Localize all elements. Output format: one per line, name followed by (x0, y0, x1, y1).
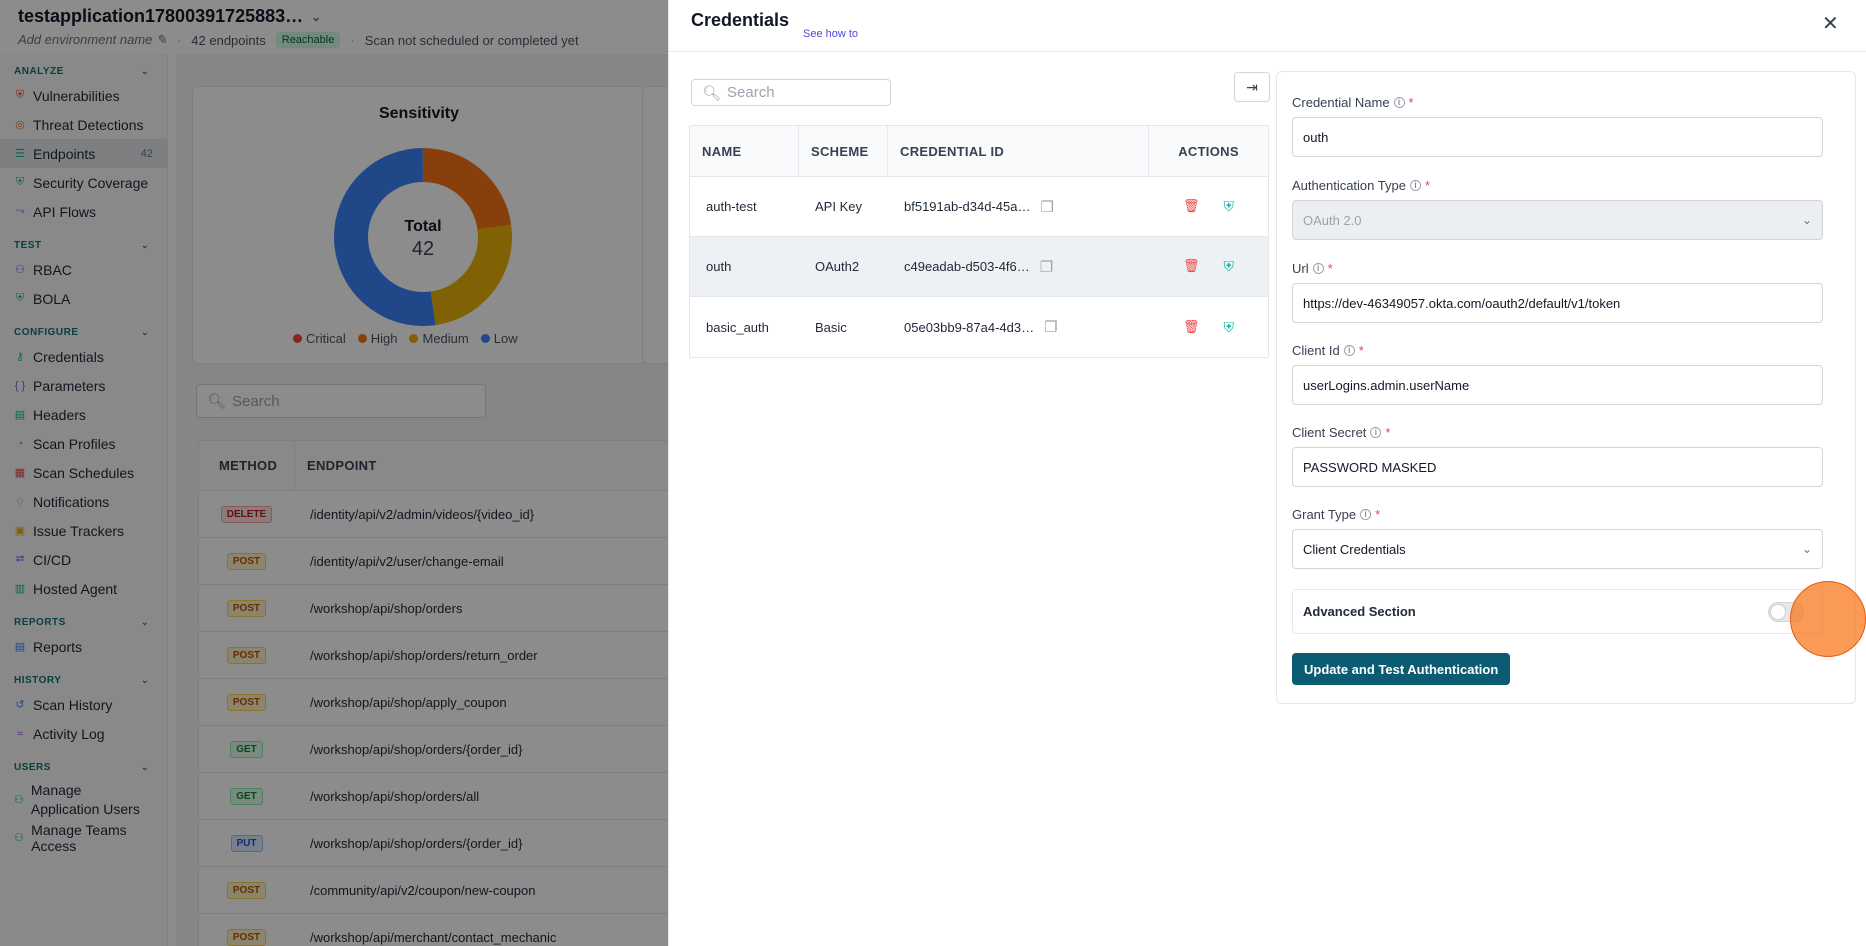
client-secret-label-text: Client Secret (1292, 425, 1367, 440)
credential-name-label-text: Credential Name (1292, 95, 1390, 110)
credential-name-label: Credential Name i * (1292, 95, 1823, 110)
required-asterisk: * (1358, 343, 1364, 358)
column-header-name: NAME (690, 126, 799, 176)
credential-name-input[interactable]: outh (1292, 117, 1823, 157)
auth-type-select-value: OAuth 2.0 (1303, 212, 1362, 228)
credential-name: auth-test (706, 199, 757, 214)
url-input-value: https://dev-46349057.okta.com/oauth2/def… (1303, 295, 1621, 311)
credential-id-cell: 05e03bb9-87a4-4d3… ❐ (888, 318, 1149, 336)
column-header-credential-id: CREDENTIAL ID (888, 126, 1149, 176)
auth-type-field: Authentication Type i * OAuth 2.0 ⌄ (1292, 178, 1823, 240)
credentials-table: NAME SCHEME CREDENTIAL ID ACTIONS auth-t… (689, 125, 1269, 358)
modal-backdrop[interactable] (0, 0, 668, 946)
info-icon[interactable]: i (1312, 263, 1324, 274)
update-and-test-button[interactable]: Update and Test Authentication (1292, 653, 1511, 685)
required-asterisk: * (1385, 425, 1391, 440)
arrow-to-right-icon: ⇥ (1246, 78, 1258, 95)
required-asterisk: * (1424, 178, 1431, 193)
copy-icon[interactable]: ❐ (1041, 198, 1054, 216)
drawer-title: Credentials (691, 10, 790, 30)
credential-scheme: API Key (815, 199, 862, 214)
client-secret-input-value: PASSWORD MASKED (1303, 459, 1437, 475)
credential-actions: 🗑︎ ⛨ (1149, 258, 1268, 275)
client-id-label-text: Client Id (1292, 343, 1340, 358)
credential-scheme: Basic (815, 319, 847, 335)
drawer-header: Credentials See how to ✕ (669, 0, 1866, 52)
required-asterisk: * (1327, 261, 1333, 276)
url-field: Url i * https://dev-46349057.okta.com/oau… (1292, 261, 1823, 323)
app-root: testapplication17800391725883… ⌄ Add env… (0, 0, 1866, 946)
see-how-link[interactable]: See how to (803, 28, 858, 40)
advanced-section-row: Advanced Section (1292, 589, 1823, 634)
auth-type-label: Authentication Type i * (1292, 178, 1823, 193)
credential-id-cell: bf5191ab-d34d-45a… ❐ (888, 198, 1149, 216)
credential-name-field: Credential Name i * outh (1292, 95, 1823, 157)
chevron-down-icon: ⌄ (1801, 213, 1812, 227)
credential-id: c49eadab-d503-4f6… (904, 259, 1030, 274)
shield-check-icon[interactable]: ⛨ (1224, 258, 1235, 275)
trash-icon[interactable]: 🗑︎ (1183, 319, 1200, 336)
client-id-field: Client Id i * userLogins.admin.userName (1292, 343, 1823, 405)
credential-id: 05e03bb9-87a4-4d3… (904, 319, 1035, 335)
info-icon[interactable]: i (1393, 97, 1405, 108)
client-id-input[interactable]: userLogins.admin.userName (1292, 365, 1823, 405)
auth-type-select: OAuth 2.0 ⌄ (1292, 200, 1823, 240)
credentials-search-placeholder: Search (727, 84, 775, 101)
grant-type-select[interactable]: Client Credentials ⌄ (1292, 529, 1823, 569)
click-indicator (1790, 581, 1866, 657)
client-secret-input[interactable]: PASSWORD MASKED (1292, 447, 1823, 487)
collapse-panel-button[interactable]: ⇥ (1234, 72, 1270, 102)
info-icon[interactable]: i (1343, 345, 1355, 356)
url-input[interactable]: https://dev-46349057.okta.com/oauth2/def… (1292, 283, 1823, 323)
url-label: Url i * (1292, 261, 1823, 276)
info-icon[interactable]: i (1370, 427, 1382, 438)
toggle-knob (1771, 604, 1785, 619)
info-icon[interactable]: i (1409, 180, 1421, 191)
grant-type-label: Grant Type i * (1292, 507, 1823, 522)
search-icon: 🔍︎ (702, 84, 722, 102)
required-asterisk: * (1408, 95, 1414, 110)
column-header-scheme: SCHEME (799, 126, 888, 176)
credentials-drawer: Credentials See how to ✕ 🔍︎ Search ⇥ NAM… (668, 0, 1866, 946)
credentials-search-input[interactable]: 🔍︎ Search (691, 79, 891, 106)
credentials-table-header: NAME SCHEME CREDENTIAL ID ACTIONS (690, 126, 1268, 177)
credential-row[interactable]: auth-test API Key bf5191ab-d34d-45a… ❐ 🗑︎ ⛨ (690, 177, 1268, 237)
trash-icon[interactable]: 🗑︎ (1183, 198, 1200, 215)
client-id-label: Client Id i * (1292, 343, 1823, 358)
grant-type-field: Grant Type i * Client Credentials ⌄ (1292, 507, 1823, 569)
grant-type-select-value: Client Credentials (1303, 541, 1406, 557)
chevron-down-icon: ⌄ (1801, 542, 1812, 556)
credential-name: outh (706, 259, 732, 274)
trash-icon[interactable]: 🗑︎ (1183, 258, 1200, 275)
shield-check-icon[interactable]: ⛨ (1224, 198, 1235, 215)
copy-icon[interactable]: ❐ (1044, 318, 1057, 336)
credential-name-input-value: outh (1303, 129, 1329, 145)
auth-type-label-text: Authentication Type (1292, 178, 1406, 193)
credential-row[interactable]: outh OAuth2 c49eadab-d503-4f6… ❐ 🗑︎ ⛨ (690, 237, 1268, 297)
grant-type-label-text: Grant Type (1292, 507, 1357, 522)
required-asterisk: * (1375, 507, 1381, 522)
info-icon[interactable]: i (1360, 509, 1372, 520)
credential-actions: 🗑︎ ⛨ (1149, 198, 1268, 215)
credential-scheme: OAuth2 (815, 259, 860, 274)
client-secret-field: Client Secret i * PASSWORD MASKED (1292, 425, 1823, 487)
credential-id-cell: c49eadab-d503-4f6… ❐ (888, 258, 1149, 276)
column-header-actions: ACTIONS (1178, 143, 1239, 159)
credential-row[interactable]: basic_auth Basic 05e03bb9-87a4-4d3… ❐ 🗑︎ ⛨ (690, 297, 1268, 357)
client-id-input-value: userLogins.admin.userName (1303, 377, 1470, 393)
copy-icon[interactable]: ❐ (1040, 258, 1053, 276)
credential-name: basic_auth (706, 319, 769, 335)
credential-id: bf5191ab-d34d-45a… (904, 199, 1031, 214)
close-icon[interactable]: ✕ (1822, 14, 1839, 34)
credential-actions: 🗑︎ ⛨ (1149, 319, 1268, 336)
url-label-text: Url (1292, 261, 1309, 276)
credential-form: Credential Name i * outh Authentication T… (1276, 71, 1856, 704)
shield-check-icon[interactable]: ⛨ (1224, 319, 1235, 336)
client-secret-label: Client Secret i * (1292, 425, 1823, 440)
advanced-section-label: Advanced Section (1303, 604, 1416, 619)
